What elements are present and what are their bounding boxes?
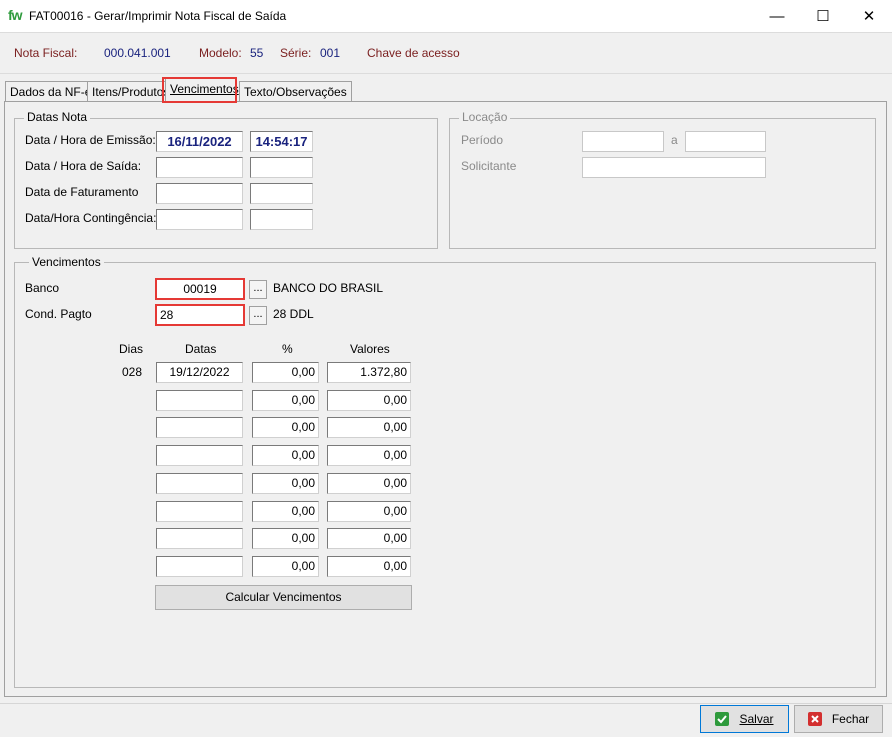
cond-pagto-name: 28 DDL	[273, 307, 314, 321]
footer-separator	[0, 703, 892, 704]
cond-pagto-lookup-button[interactable]: ...	[249, 306, 267, 325]
banco-label: Banco	[25, 281, 60, 295]
row-percent-input[interactable]: 0,00	[252, 528, 319, 550]
serie-label: Série:	[280, 46, 312, 60]
row-percent-input[interactable]: 0,00	[252, 362, 319, 383]
tab-highlight	[162, 77, 237, 103]
row-percent-input[interactable]: 0,00	[252, 472, 319, 494]
datas-nota-title: Datas Nota	[24, 110, 91, 124]
vencimentos-group	[14, 262, 876, 688]
row-data-input[interactable]	[156, 528, 243, 550]
minimize-button[interactable]: —	[754, 0, 800, 32]
tab-label: Itens/Produtos	[92, 85, 170, 99]
banco-lookup-button[interactable]: ...	[249, 280, 267, 299]
row-valor-input[interactable]: 0,00	[327, 389, 411, 411]
row-percent-input[interactable]: 0,00	[252, 445, 319, 467]
info-bar: Nota Fiscal: 000.041.001 Modelo: 55 Séri…	[0, 32, 892, 74]
nota-fiscal-label: Nota Fiscal:	[14, 46, 78, 60]
calcular-vencimentos-label: Calcular Vencimentos	[225, 590, 342, 604]
tab-label: Dados da NF-e	[10, 85, 92, 99]
row-valor-input[interactable]: 0,00	[327, 555, 411, 577]
row-percent-input[interactable]: 0,00	[252, 555, 319, 577]
row-data-input[interactable]	[156, 417, 243, 439]
maximize-icon: ☐	[816, 8, 830, 25]
periodo-end-input[interactable]	[685, 131, 766, 152]
faturamento-time-input[interactable]	[250, 183, 313, 204]
close-icon: ✕	[862, 8, 876, 25]
row-percent-input[interactable]: 0,00	[252, 389, 319, 411]
row-percent-input[interactable]: 0,00	[252, 417, 319, 439]
emissao-date-input[interactable]: 16/11/2022	[156, 131, 243, 152]
minimize-icon: —	[769, 7, 785, 25]
fechar-label: Fechar	[831, 712, 870, 726]
saida-label: Data / Hora de Saída:	[25, 159, 142, 173]
locacao-title: Locação	[459, 110, 511, 124]
saida-time-input[interactable]	[250, 157, 313, 178]
vencimentos-title: Vencimentos	[29, 255, 104, 269]
emissao-time-input[interactable]: 14:54:17	[250, 131, 313, 152]
window-title: FAT00016 - Gerar/Imprimir Nota Fiscal de…	[29, 9, 287, 23]
col-header-dias: Dias	[119, 342, 144, 356]
row-data-input[interactable]	[156, 389, 243, 411]
row-data-input[interactable]	[156, 555, 243, 577]
serie-value: 001	[320, 46, 341, 60]
modelo-label: Modelo:	[199, 46, 242, 60]
row-valor-input[interactable]: 0,00	[327, 417, 411, 439]
row-valor-input[interactable]: 1.372,80	[327, 362, 411, 383]
tab-dados-nfe[interactable]: Dados da NF-e	[5, 81, 97, 102]
row-valor-input[interactable]: 0,00	[327, 472, 411, 494]
modelo-value: 55	[250, 46, 264, 60]
row-dias: 028	[122, 365, 143, 379]
row-valor-input[interactable]: 0,00	[327, 528, 411, 550]
chave-acesso-label: Chave de acesso	[367, 46, 460, 60]
periodo-label: Período	[461, 133, 504, 147]
emissao-label: Data / Hora de Emissão:	[25, 133, 156, 147]
app-logo: fw	[8, 7, 23, 23]
row-data-input[interactable]	[156, 500, 243, 522]
col-header-percent: %	[282, 342, 293, 356]
contingencia-date-input[interactable]	[156, 209, 243, 230]
row-data-input[interactable]	[156, 445, 243, 467]
row-data-input[interactable]: 19/12/2022	[156, 362, 243, 383]
periodo-start-input[interactable]	[582, 131, 664, 152]
faturamento-date-input[interactable]	[156, 183, 243, 204]
tab-label: Texto/Observações	[244, 85, 347, 99]
close-x-icon	[807, 712, 822, 726]
solicitante-label: Solicitante	[461, 159, 517, 173]
maximize-button[interactable]: ☐	[800, 0, 846, 32]
solicitante-input[interactable]	[582, 157, 766, 178]
contingencia-time-input[interactable]	[250, 209, 313, 230]
banco-input[interactable]: 00019	[155, 278, 245, 300]
row-data-input[interactable]	[156, 472, 243, 494]
calcular-vencimentos-button[interactable]: Calcular Vencimentos	[155, 585, 412, 610]
fechar-button[interactable]: Fechar	[794, 705, 883, 733]
salvar-button[interactable]: Salvar	[700, 705, 789, 733]
salvar-label: Salvar	[739, 712, 774, 726]
tab-texto-observacoes[interactable]: Texto/Observações	[239, 81, 352, 102]
row-valor-input[interactable]: 0,00	[327, 500, 411, 522]
title-bar: fw FAT00016 - Gerar/Imprimir Nota Fiscal…	[0, 0, 892, 32]
cond-pagto-label: Cond. Pagto	[25, 307, 92, 321]
nota-fiscal-value: 000.041.001	[104, 46, 171, 60]
col-header-datas: Datas	[185, 342, 217, 356]
contingencia-label: Data/Hora Contingência:	[25, 211, 157, 225]
row-valor-input[interactable]: 0,00	[327, 445, 411, 467]
cond-pagto-input[interactable]: 28	[155, 304, 245, 326]
periodo-a-label: a	[671, 133, 678, 147]
close-button[interactable]: ✕	[846, 0, 892, 32]
col-header-valores: Valores	[350, 342, 390, 356]
row-percent-input[interactable]: 0,00	[252, 500, 319, 522]
banco-name: BANCO DO BRASIL	[273, 281, 384, 295]
check-icon	[715, 712, 730, 726]
faturamento-label: Data de Faturamento	[25, 185, 139, 199]
saida-date-input[interactable]	[156, 157, 243, 178]
